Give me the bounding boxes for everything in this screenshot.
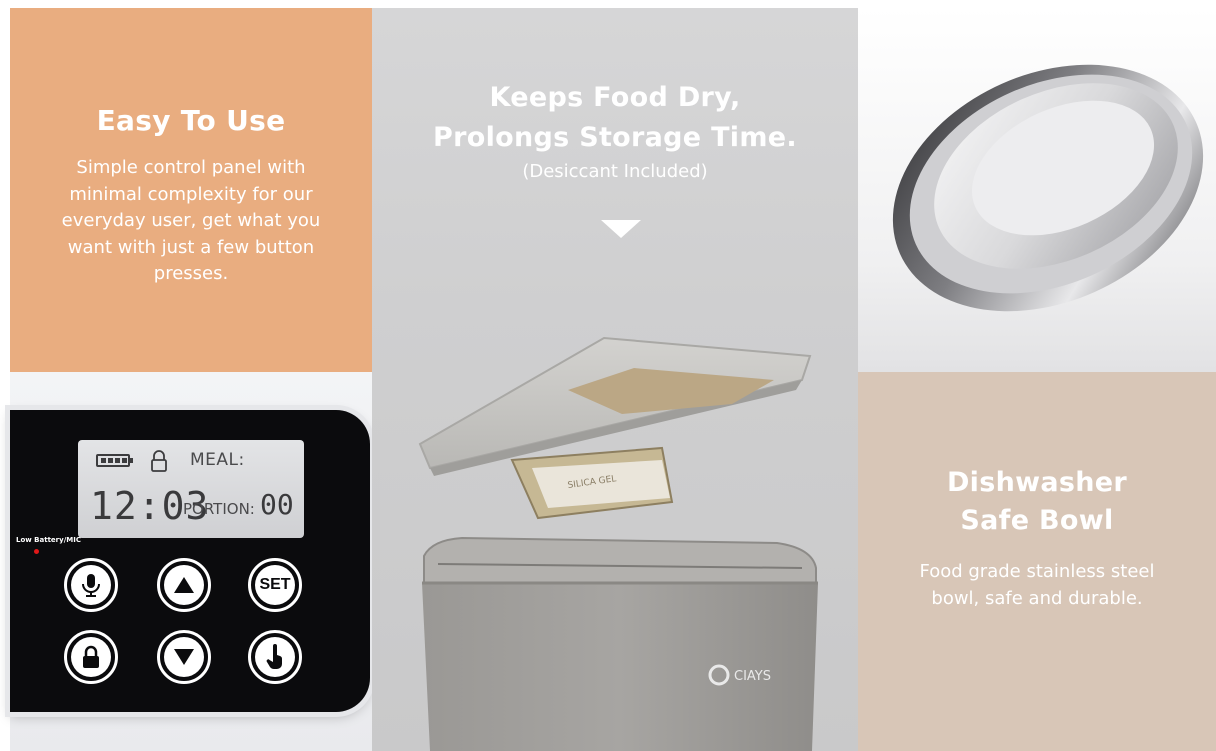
heading-line-2: Safe Bowl [960, 505, 1114, 536]
easy-to-use-panel: Easy To Use Simple control panel with mi… [10, 8, 372, 372]
hand-pointer-icon [266, 644, 283, 669]
lcd-portion-value: 00 [260, 488, 294, 521]
control-panel: MEAL: 12:03 PORTION: 00 Low Battery/MIC [10, 410, 370, 712]
low-battery-indicator [34, 549, 39, 554]
dishwasher-safe-heading: Dishwasher Safe Bowl [858, 464, 1216, 540]
up-button[interactable] [157, 558, 211, 612]
lock-button[interactable] [64, 630, 118, 684]
down-button[interactable] [157, 630, 211, 684]
stainless-bowl-image [892, 64, 1204, 312]
bowl-image-panel [858, 8, 1216, 372]
battery-icon [96, 454, 133, 467]
set-button-label: SET [259, 576, 291, 593]
heading-line-1: Dishwasher [946, 467, 1128, 498]
easy-to-use-description: Simple control panel with minimal comple… [61, 157, 321, 284]
microphone-icon [82, 574, 100, 597]
food-container-image: SILICA GEL CIAYS [418, 336, 818, 751]
low-battery-label: Low Battery/MIC [16, 536, 81, 544]
brand-logo-text: CIAYS [734, 669, 771, 684]
lcd-portion-label: PORTION: [183, 500, 255, 518]
dishwasher-safe-panel: Dishwasher Safe Bowl Food grade stainles… [858, 372, 1216, 751]
lock-icon [83, 645, 99, 668]
lcd-display: MEAL: 12:03 PORTION: 00 [78, 440, 304, 538]
keeps-food-dry-panel: Keeps Food Dry, Prolongs Storage Time. (… [372, 8, 858, 751]
lcd-lock-icon [151, 450, 167, 472]
set-button[interactable]: SET [248, 558, 302, 612]
microphone-button[interactable] [64, 558, 118, 612]
manual-feed-button[interactable] [248, 630, 302, 684]
up-arrow-icon [174, 577, 194, 593]
dishwasher-safe-description: Food grade stainless steel bowl, safe an… [919, 561, 1155, 609]
easy-to-use-heading: Easy To Use [96, 104, 286, 137]
lcd-meal-label: MEAL: [190, 450, 245, 470]
down-arrow-icon [174, 649, 194, 665]
feature-banner: Easy To Use Simple control panel with mi… [0, 0, 1216, 751]
